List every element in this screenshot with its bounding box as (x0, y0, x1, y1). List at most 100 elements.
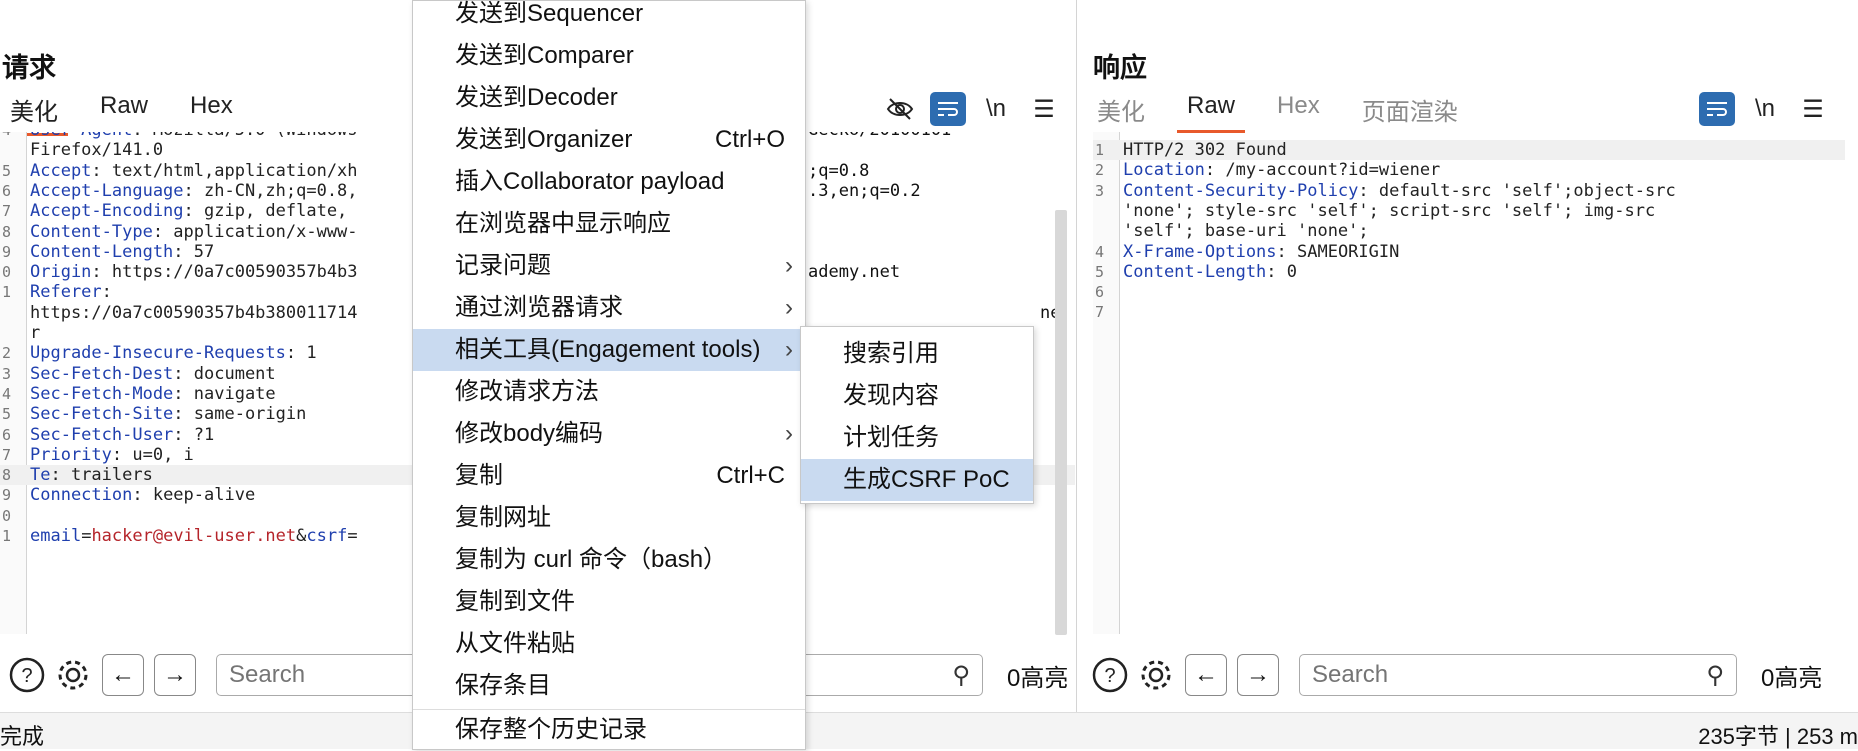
word-wrap-icon[interactable] (930, 92, 966, 126)
help-icon[interactable]: ? (1091, 656, 1129, 694)
menu-icon[interactable]: ☰ (1026, 92, 1062, 126)
line-number: 1 (2, 527, 12, 545)
line-number: 6 (2, 425, 12, 444)
menu-item-label: 保存整个历史记录 (455, 716, 647, 743)
context-menu-item[interactable]: 发送到Decoder (413, 77, 805, 119)
line-number: 4 (1095, 242, 1105, 261)
newline-toggle[interactable]: \n (978, 92, 1014, 126)
prev-arrow-icon[interactable]: ← (1185, 654, 1227, 696)
header-value: : 1 (285, 343, 317, 364)
response-search-input[interactable] (1300, 655, 1663, 695)
header-key: Te (30, 465, 51, 486)
response-line: 'none'; style-src 'self'; script-src 'se… (1093, 201, 1845, 221)
prev-arrow-icon[interactable]: ← (102, 654, 144, 696)
response-toolbar: \n ☰ (1687, 92, 1831, 126)
submenu-item-label: 发现内容 (843, 382, 939, 409)
context-menu-item[interactable]: 通过浏览器请求 › (413, 287, 805, 329)
request-tab-hex[interactable]: Hex (180, 92, 243, 136)
context-menu-item[interactable]: 保存整个历史记录 (413, 709, 805, 751)
header-value: 'none'; style-src 'self'; script-src 'se… (1123, 200, 1656, 221)
next-arrow-icon[interactable]: → (1237, 654, 1279, 696)
header-value: : gzip, deflate, (183, 201, 348, 222)
context-menu-item[interactable]: 发送到Comparer (413, 35, 805, 77)
word-wrap-icon[interactable] (1699, 92, 1735, 126)
menu-item-shortcut: Ctrl+O (714, 126, 785, 153)
hide-icon[interactable] (882, 92, 918, 126)
submenu-item[interactable]: 发现内容 (801, 375, 1033, 417)
line-number: 4 (2, 132, 11, 140)
header-value: https://0a7c00590357b4b380011714 (30, 302, 358, 323)
line-number: 5 (2, 405, 12, 424)
header-value: : keep-alive (132, 485, 256, 506)
response-tab-pretty[interactable]: 美化 (1087, 92, 1155, 133)
engagement-submenu: 搜索引用发现内容计划任务生成CSRF PoC (800, 326, 1034, 504)
header-value: = (81, 526, 92, 546)
context-menu-item[interactable]: 复制为 curl 命令（bash） (413, 539, 805, 581)
context-menu-item[interactable]: 复制 Ctrl+C (413, 455, 805, 497)
header-key: Content-Security-Policy (1123, 180, 1359, 201)
response-line: 2 Location: /my-account?id=wiener (1093, 160, 1845, 180)
header-key: Sec-Fetch-Mode (30, 383, 174, 404)
help-icon[interactable]: ? (8, 656, 46, 694)
search-icon: ⚲ (1706, 662, 1724, 689)
response-search-box: ⚲ (1299, 654, 1737, 696)
response-tab-raw[interactable]: Raw (1177, 92, 1246, 133)
request-scrollbar[interactable] (1055, 210, 1067, 635)
header-value: : https://0a7c00590357b4b3 (91, 262, 358, 283)
context-menu-item[interactable]: 发送到Organizer Ctrl+O (413, 119, 805, 161)
search-icon: ⚲ (952, 662, 970, 689)
header-value: HTTP/2 302 Found (1123, 140, 1287, 160)
header-key: Sec-Fetch-Site (30, 404, 174, 425)
menu-item-label: 相关工具(Engagement tools) (455, 336, 761, 363)
request-tab-pretty[interactable]: 美化 (0, 92, 68, 136)
submenu-item-label: 生成CSRF PoC (843, 466, 1010, 493)
context-menu-item[interactable]: 保存条目 (413, 665, 805, 707)
response-editor[interactable]: 1 HTTP/2 302 Found 2 Location: /my-account?… (1093, 132, 1845, 634)
request-tabs: 美化 Raw Hex (0, 92, 265, 136)
response-tab-render[interactable]: 页面渲染 (1352, 92, 1468, 133)
header-value: r (30, 323, 41, 343)
header-key: Content-Length (1123, 261, 1267, 282)
context-menu-item[interactable]: 复制到文件 (413, 581, 805, 623)
header-value: : /my-account?id=wiener (1204, 160, 1441, 181)
gear-icon[interactable] (1137, 656, 1175, 694)
context-menu-item[interactable]: 修改请求方法 (413, 371, 805, 413)
response-tab-hex[interactable]: Hex (1267, 92, 1330, 133)
line-number: 0 (2, 506, 12, 525)
svg-text:?: ? (1104, 665, 1115, 687)
submenu-item[interactable]: 搜索引用 (801, 333, 1033, 375)
header-key: Upgrade-Insecure-Requests (30, 343, 286, 364)
submenu-item-label: 搜索引用 (843, 340, 939, 367)
chevron-right-icon: › (785, 336, 793, 363)
line-number: 7 (2, 202, 12, 221)
context-menu-item[interactable]: 记录问题 › (413, 245, 805, 287)
menu-item-label: 复制到文件 (455, 588, 575, 615)
header-key: X-Frame-Options (1123, 241, 1277, 262)
menu-icon[interactable]: ☰ (1795, 92, 1831, 126)
newline-toggle[interactable]: \n (1747, 92, 1783, 126)
submenu-item[interactable]: 计划任务 (801, 417, 1033, 459)
context-menu-item[interactable]: 发送到Sequencer (413, 0, 805, 35)
menu-item-label: 从文件粘贴 (455, 630, 575, 657)
request-tab-raw[interactable]: Raw (90, 92, 158, 136)
header-key: Content-Type (30, 221, 153, 242)
context-menu-item[interactable]: 插入Collaborator payload (413, 161, 805, 203)
header-value: : text/html,application/xh (91, 160, 358, 181)
line-number: 1 (2, 283, 12, 302)
line-number: 6 (2, 181, 12, 200)
context-menu-item[interactable]: 复制网址 (413, 497, 805, 539)
line-number: 6 (1095, 283, 1105, 302)
line-number: 1 (1095, 141, 1105, 159)
menu-item-label: 发送到Sequencer (455, 0, 644, 27)
response-line: 3 Content-Security-Policy: default-src 's… (1093, 181, 1845, 201)
gear-icon[interactable] (54, 656, 92, 694)
context-menu-item[interactable]: 相关工具(Engagement tools) › (413, 329, 805, 371)
next-arrow-icon[interactable]: → (154, 654, 196, 696)
response-tabs: 美化 Raw Hex 页面渲染 (1087, 92, 1490, 133)
context-menu-item[interactable]: 从文件粘贴 (413, 623, 805, 665)
context-menu-item[interactable]: 在浏览器中显示响应 (413, 203, 805, 245)
chevron-right-icon: › (785, 420, 793, 447)
context-menu-item[interactable]: 修改body编码 › (413, 413, 805, 455)
header-key: Origin (30, 262, 92, 283)
submenu-item[interactable]: 生成CSRF PoC (801, 459, 1033, 501)
